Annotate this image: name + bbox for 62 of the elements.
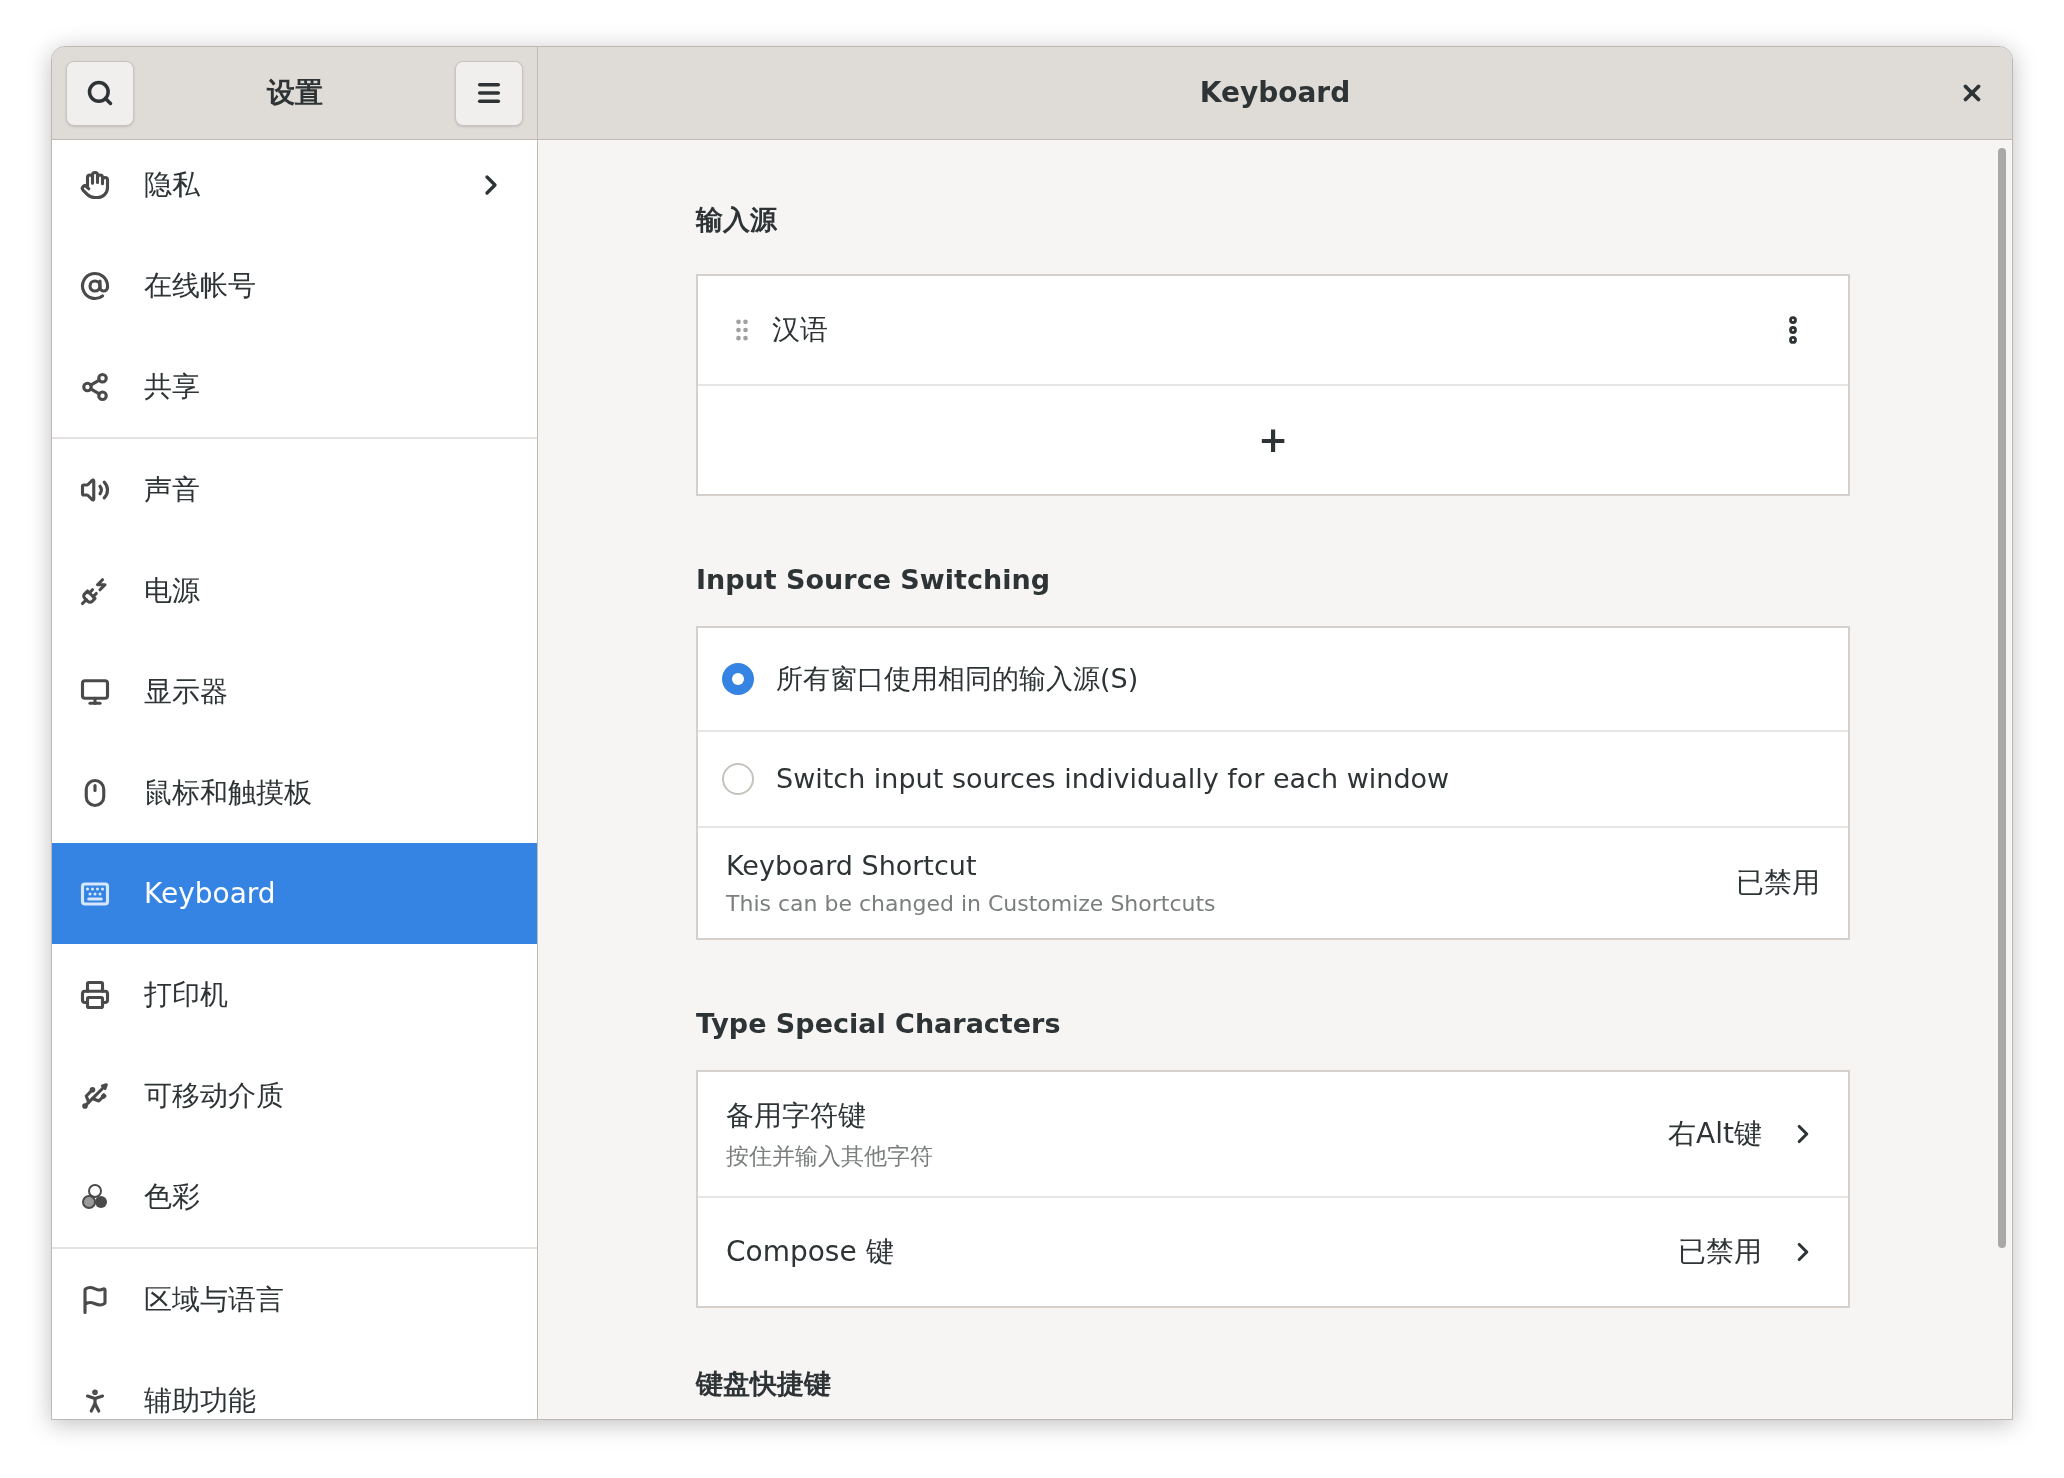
sidebar-title: 设置 [266,75,323,111]
radio-label: 所有窗口使用相同的输入源(S) [776,661,1139,696]
sidebar-item[interactable]: 电源 [52,540,537,641]
sidebar-label: Keyboard [144,875,277,912]
share-icon [80,371,110,402]
sidebar-label: 色彩 [144,1178,201,1215]
sidebar-item[interactable]: 在线帐号 [52,235,537,336]
row-title: Compose 键 [726,1234,895,1270]
sidebar-item[interactable]: 辅助功能 [52,1350,537,1419]
usb-icon [80,1080,110,1111]
sidebar-item[interactable]: Keyboard [52,843,537,944]
scrollbar[interactable] [1998,148,2006,1248]
sidebar-label: 可移动介质 [144,1077,285,1114]
add-input-source-button[interactable]: + [1245,413,1301,467]
section-heading: 输入源 [696,203,778,237]
setting-row[interactable]: Compose 键 已禁用 [698,1198,1848,1306]
radio-option[interactable]: 所有窗口使用相同的输入源(S) [698,628,1848,732]
flag-icon [80,1284,110,1315]
sidebar-item[interactable]: 鼠标和触摸板 [52,742,537,843]
input-source-label: 汉语 [772,312,829,348]
search-button[interactable] [66,60,134,126]
search-icon [86,79,114,107]
sidebar-label: 共享 [144,368,201,405]
radio-button[interactable] [722,763,754,795]
row-subtitle: 按住并输入其他字符 [726,1141,934,1171]
sidebar-label: 在线帐号 [144,267,257,304]
printer-icon [80,979,110,1010]
sidebar-item[interactable]: 区域与语言 [52,1249,537,1350]
section-heading: Input Source Switching [696,563,1051,597]
circles-icon [80,1181,110,1212]
row-title: Keyboard Shortcut [726,849,978,884]
setting-row[interactable]: 备用字符键 按住并输入其他字符 右Alt键 [698,1072,1848,1198]
menu-button[interactable] [455,60,523,126]
hand-icon [80,169,110,200]
sidebar-label: 鼠标和触摸板 [144,774,313,811]
sidebar-item[interactable]: 隐私 [52,140,537,235]
radio-button[interactable] [722,663,754,695]
section-heading: 键盘快捷键 [696,1370,832,1397]
at-sign-icon [80,270,110,301]
sidebar-item[interactable]: 共享 [52,336,537,437]
row-value: 已禁用 [1678,1234,1762,1270]
monitor-icon [80,676,110,707]
row-title: 备用字符键 [726,1097,867,1134]
sidebar-label: 显示器 [144,673,229,710]
sidebar-label: 声音 [144,471,201,508]
sidebar-item[interactable]: 显示器 [52,641,537,742]
row-subtitle: This can be changed in Customize Shortcuts [726,889,1217,918]
sidebar-item[interactable]: 可移动介质 [52,1045,537,1146]
window-title: Keyboard [1199,75,1351,111]
sidebar-label: 辅助功能 [144,1382,257,1419]
row-value: 已禁用 [1736,865,1820,901]
radio-label: Switch input sources individually for each window [776,761,1450,796]
sidebar-label: 隐私 [144,166,201,203]
sidebar-label: 区域与语言 [144,1281,285,1318]
section-heading: Type Special Characters [696,1007,1062,1041]
radio-option[interactable]: Switch input sources individually for each window [698,732,1848,828]
sidebar-item[interactable]: 声音 [52,439,537,540]
sidebar-item[interactable]: 打印机 [52,944,537,1045]
sidebar-label: 打印机 [144,976,229,1013]
row-value: 右Alt键 [1668,1116,1762,1152]
sidebar-label: 电源 [144,572,201,609]
sidebar-item[interactable]: 色彩 [52,1146,537,1247]
